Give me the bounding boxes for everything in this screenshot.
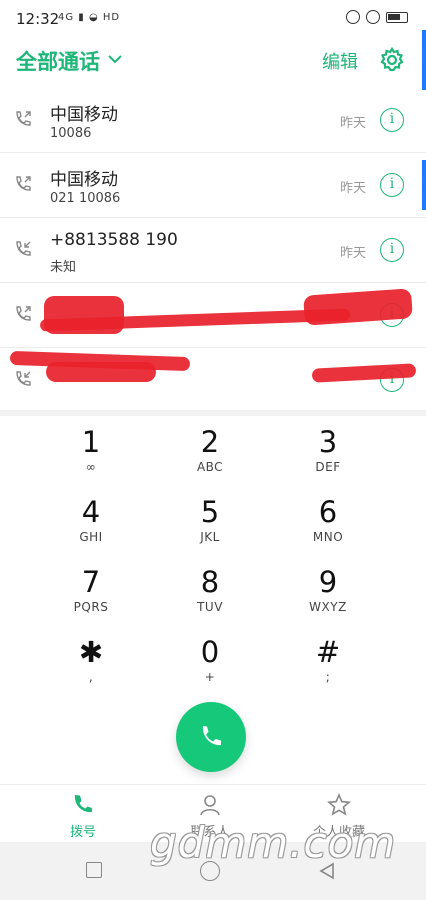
call-log-row[interactable]: 中国移动 10086 昨天 i bbox=[0, 88, 426, 153]
key-digit: 8 bbox=[200, 565, 220, 599]
key-digit: 6 bbox=[318, 495, 338, 529]
voicemail-icon: ∞ bbox=[85, 460, 97, 474]
info-icon[interactable]: i bbox=[380, 108, 404, 132]
key-letters: JKL bbox=[200, 530, 220, 544]
incoming-call-icon bbox=[16, 371, 31, 386]
key-letters: WXYZ bbox=[309, 600, 347, 614]
outgoing-call-icon bbox=[16, 111, 31, 126]
dial-button[interactable] bbox=[176, 702, 246, 772]
status-bar: 12:32 4G ▮ ◒ HD bbox=[0, 0, 426, 40]
key-letters: TUV bbox=[197, 600, 223, 614]
key-1[interactable]: 1 ∞ bbox=[31, 426, 151, 486]
call-time: 昨天 bbox=[339, 116, 366, 131]
key-7[interactable]: 7 PQRS bbox=[31, 566, 151, 626]
key-0[interactable]: 0 + bbox=[150, 636, 270, 696]
key-letters: ; bbox=[325, 670, 331, 684]
info-icon[interactable]: i bbox=[380, 173, 404, 197]
key-digit: 2 bbox=[200, 425, 220, 459]
key-5[interactable]: 5 JKL bbox=[150, 496, 270, 556]
status-icons bbox=[346, 10, 408, 24]
lock-rotation-icon bbox=[346, 10, 360, 24]
key-2[interactable]: 2 ABC bbox=[150, 426, 270, 486]
key-digit: 9 bbox=[318, 565, 338, 599]
key-digit: ✱ bbox=[78, 635, 104, 669]
contact-name: 中国移动 bbox=[50, 170, 118, 190]
alarm-icon bbox=[366, 10, 380, 24]
key-letters: ABC bbox=[196, 460, 224, 474]
divider bbox=[0, 410, 426, 416]
chevron-down-icon[interactable] bbox=[108, 52, 122, 66]
call-log-row[interactable]: 中国移动 021 10086 昨天 i bbox=[0, 153, 426, 218]
status-time: 12:32 bbox=[16, 10, 60, 28]
key-digit: 7 bbox=[81, 565, 101, 599]
info-icon[interactable]: i bbox=[380, 238, 404, 262]
outgoing-call-icon bbox=[16, 306, 31, 321]
star-icon bbox=[327, 793, 351, 816]
edit-button[interactable]: 编辑 bbox=[322, 48, 358, 74]
contact-name: 中国移动 bbox=[50, 105, 118, 125]
key-letters: GHI bbox=[79, 530, 103, 544]
key-letters: + bbox=[204, 670, 216, 684]
contact-number: 未知 bbox=[50, 260, 77, 275]
key-4[interactable]: 4 GHI bbox=[31, 496, 151, 556]
phone-icon bbox=[74, 795, 92, 813]
call-filter-title[interactable]: 全部通话 bbox=[16, 46, 100, 76]
key-3[interactable]: 3 DEF bbox=[268, 426, 388, 486]
contact-name: +8813588 190 bbox=[50, 230, 178, 250]
key-digit: 0 bbox=[200, 635, 220, 669]
key-6[interactable]: 6 MNO bbox=[268, 496, 388, 556]
call-time: 昨天 bbox=[339, 246, 366, 261]
recents-button[interactable] bbox=[86, 862, 102, 878]
tab-dialer[interactable]: 拨号 bbox=[38, 793, 128, 840]
key-hash[interactable]: #; bbox=[268, 636, 388, 696]
key-8[interactable]: 8 TUV bbox=[150, 566, 270, 626]
incoming-call-icon bbox=[16, 241, 31, 256]
call-log-row[interactable]: +8813588 190 未知 昨天 i bbox=[0, 218, 426, 283]
screen-edge-highlight bbox=[422, 160, 426, 210]
key-letters: , bbox=[88, 670, 94, 684]
battery-icon bbox=[386, 11, 408, 23]
contact-number: 10086 bbox=[50, 126, 92, 141]
call-log-header: 全部通话 编辑 bbox=[0, 40, 426, 86]
key-letters: DEF bbox=[315, 460, 341, 474]
key-digit: # bbox=[315, 635, 341, 669]
screen-edge-highlight bbox=[422, 30, 426, 90]
signal-indicators: 4G ▮ ◒ HD bbox=[58, 12, 121, 23]
person-icon bbox=[200, 795, 220, 816]
key-digit: 1 bbox=[81, 425, 101, 459]
redaction-mark bbox=[46, 362, 156, 382]
key-9[interactable]: 9 WXYZ bbox=[268, 566, 388, 626]
outgoing-call-icon bbox=[16, 176, 31, 191]
key-digit: 5 bbox=[200, 495, 220, 529]
key-star[interactable]: ✱, bbox=[31, 636, 151, 696]
contact-number: 021 10086 bbox=[50, 191, 121, 206]
tab-label: 拨号 bbox=[69, 825, 96, 840]
gear-icon[interactable] bbox=[378, 46, 406, 74]
key-digit: 4 bbox=[81, 495, 101, 529]
call-time: 昨天 bbox=[339, 181, 366, 196]
phone-icon bbox=[202, 726, 221, 746]
key-letters: MNO bbox=[312, 530, 344, 544]
key-digit: 3 bbox=[318, 425, 338, 459]
key-letters: PQRS bbox=[73, 600, 109, 614]
watermark: gdmm.com bbox=[150, 818, 397, 867]
